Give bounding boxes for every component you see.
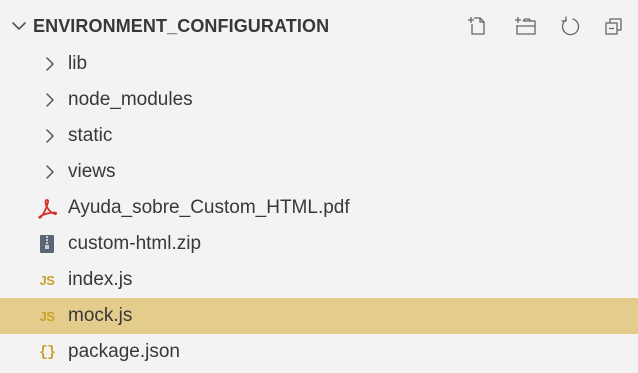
js-icon: JS	[39, 272, 55, 288]
chevron-right-icon[interactable]	[41, 55, 59, 73]
section-title: ENVIRONMENT_CONFIGURATION	[33, 16, 330, 36]
tree-item-zip-file[interactable]: custom-html.zip	[0, 226, 638, 262]
tree-item-label: custom-html.zip	[68, 233, 202, 254]
tree-item-static[interactable]: static	[0, 118, 638, 154]
json-icon: {}	[38, 343, 56, 361]
js-icon: JS	[39, 308, 55, 324]
tree-item-label: lib	[68, 53, 88, 74]
tree-item-label: package.json	[68, 341, 180, 362]
tree-item-lib[interactable]: lib	[0, 46, 638, 82]
explorer-section-header[interactable]: ENVIRONMENT_CONFIGURATION	[0, 6, 638, 46]
tree-item-label: static	[68, 125, 113, 146]
tree-item-index-js[interactable]: JS index.js	[0, 262, 638, 298]
tree-item-views[interactable]: views	[0, 154, 638, 190]
chevron-down-icon[interactable]	[9, 16, 29, 36]
tree-item-label: index.js	[68, 269, 133, 290]
new-file-icon[interactable]	[466, 14, 490, 38]
refresh-icon[interactable]	[558, 14, 582, 38]
chevron-right-icon[interactable]	[41, 127, 59, 145]
tree-item-label: mock.js	[68, 305, 133, 326]
tree-item-mock-js[interactable]: JS mock.js	[0, 298, 638, 334]
chevron-right-icon[interactable]	[41, 163, 59, 181]
tree-item-package-json[interactable]: {} package.json	[0, 334, 638, 370]
tree-item-pdf-file[interactable]: Ayuda_sobre_Custom_HTML.pdf	[0, 190, 638, 226]
tree-item-label: views	[68, 161, 116, 182]
tree-item-label: node_modules	[68, 89, 193, 110]
collapse-all-icon[interactable]	[602, 14, 626, 38]
pdf-icon	[36, 197, 58, 219]
file-explorer: ENVIRONMENT_CONFIGURATION lib node_modul…	[0, 0, 638, 373]
tree-item-label: Ayuda_sobre_Custom_HTML.pdf	[68, 197, 350, 218]
tree-item-node-modules[interactable]: node_modules	[0, 82, 638, 118]
new-folder-icon[interactable]	[514, 14, 538, 38]
zip-icon	[36, 233, 58, 255]
chevron-right-icon[interactable]	[41, 91, 59, 109]
